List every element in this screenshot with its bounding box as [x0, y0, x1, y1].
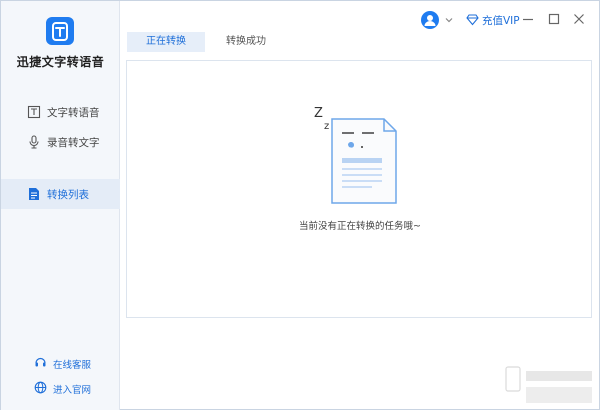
svg-text:Z: Z: [314, 106, 323, 121]
app-logo-icon: [46, 17, 74, 45]
microphone-icon: [27, 135, 41, 149]
sidebar: 迅捷文字转语音 文字转语音 录音转文字 转换列表 在线客服 进入官网: [1, 1, 120, 410]
text-document-icon: [27, 105, 41, 119]
tab-converted[interactable]: 转换成功: [207, 32, 285, 52]
watermark-logo: [504, 363, 596, 407]
empty-state-message: 当前没有正在转换的任务哦~: [299, 221, 421, 232]
globe-icon: [34, 381, 47, 394]
maximize-button[interactable]: [546, 11, 562, 27]
sidebar-item-text-to-speech[interactable]: 文字转语音: [1, 97, 120, 127]
tab-converting[interactable]: 正在转换: [127, 32, 205, 52]
online-support-link[interactable]: 在线客服: [1, 353, 120, 373]
sleeping-document-icon: Z z: [312, 103, 412, 208]
sidebar-item-recording-to-text[interactable]: 录音转文字: [1, 127, 120, 157]
sidebar-item-conversion-list[interactable]: 转换列表: [1, 179, 120, 209]
conversion-list-panel: Z z 当前没有正在转换的任务哦~: [126, 60, 592, 318]
minimize-button[interactable]: [520, 11, 536, 27]
svg-text:z: z: [324, 121, 329, 132]
list-document-icon: [27, 187, 41, 201]
app-name: 迅捷文字转语音: [16, 55, 105, 69]
diamond-icon: [466, 13, 479, 26]
sidebar-item-label: 文字转语音: [47, 107, 100, 119]
close-button[interactable]: [571, 11, 587, 27]
sidebar-item-label: 录音转文字: [47, 137, 100, 149]
sidebar-item-label: 转换列表: [47, 189, 89, 201]
app-window: 迅捷文字转语音 文字转语音 录音转文字 转换列表 在线客服 进入官网 充值VIP…: [0, 0, 600, 410]
user-avatar-icon[interactable]: [421, 11, 439, 29]
vip-label: 充值VIP: [482, 15, 520, 27]
official-website-link[interactable]: 进入官网: [1, 378, 120, 398]
chevron-down-icon[interactable]: [444, 15, 454, 25]
online-support-label: 在线客服: [53, 360, 92, 371]
official-website-label: 进入官网: [53, 385, 92, 396]
headset-icon: [34, 356, 47, 369]
